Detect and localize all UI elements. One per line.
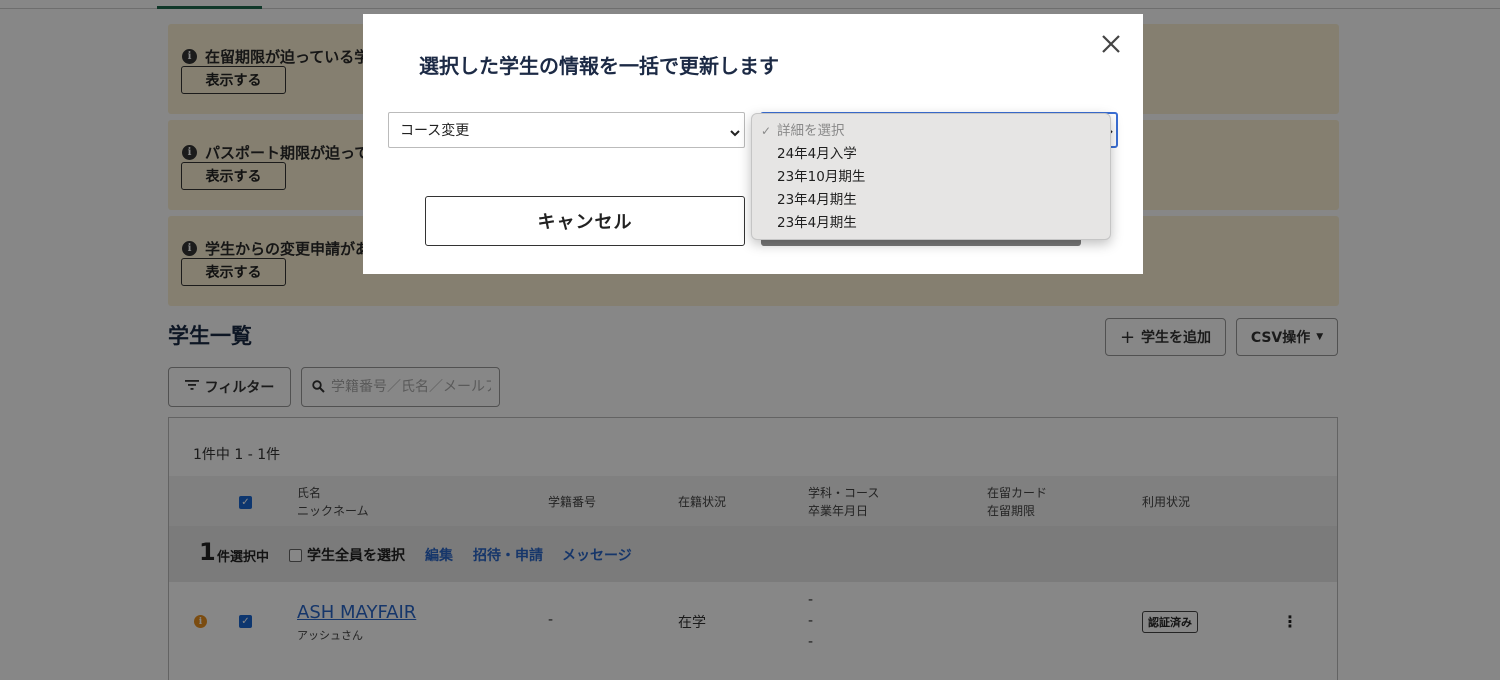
detail-dropdown-menu: ✓ 詳細を選択 24年4月入学 23年10月期生 23年4月期生 23年4月期生 [751, 113, 1111, 240]
dropdown-option-placeholder[interactable]: ✓ 詳細を選択 [752, 120, 1110, 143]
chevron-down-icon [730, 125, 740, 141]
update-field-value: コース変更 [400, 123, 470, 139]
cancel-button[interactable]: キャンセル [425, 196, 745, 246]
modal-title: 選択した学生の情報を一括で更新します [419, 54, 779, 78]
dropdown-option[interactable]: 23年4月期生 [752, 189, 1110, 212]
update-field-select[interactable]: コース変更 [388, 112, 745, 148]
dropdown-option[interactable]: 23年4月期生 [752, 212, 1110, 235]
dropdown-option[interactable]: 23年10月期生 [752, 166, 1110, 189]
checkmark-icon: ✓ [761, 124, 772, 138]
close-icon[interactable] [1099, 32, 1123, 56]
dropdown-option[interactable]: 24年4月入学 [752, 143, 1110, 166]
